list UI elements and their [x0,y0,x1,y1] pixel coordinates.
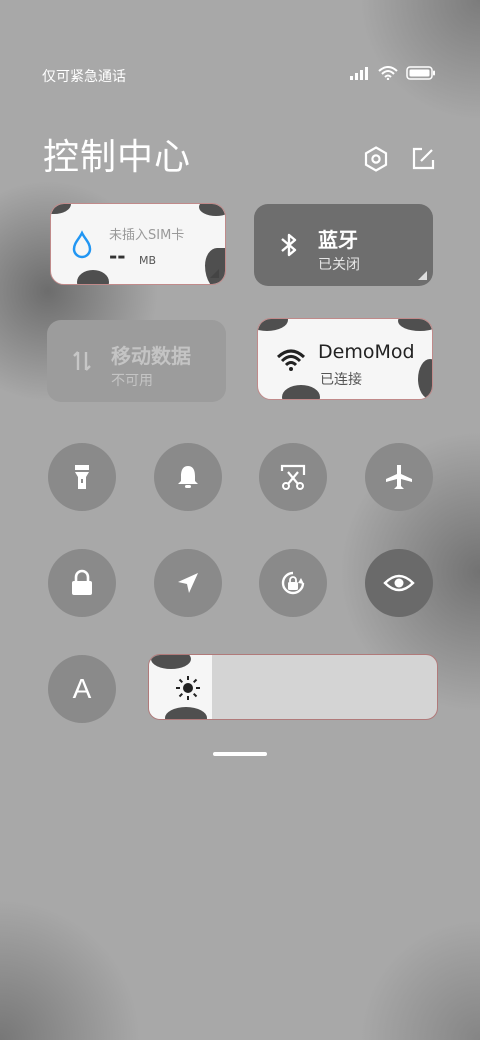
reading-mode-button[interactable] [365,549,433,617]
lock-icon [72,569,92,595]
tile-subtitle: 已连接 [320,372,362,388]
tile-title: DemoMod [318,341,415,363]
flashlight-button[interactable] [48,443,116,511]
font-button-label: A [72,673,92,704]
flashlight-icon [75,465,89,489]
tile-data-usage[interactable]: 未插入SIM卡 -- MB [50,203,226,285]
signal-icon [350,67,368,80]
airplane-icon [386,465,412,489]
drag-handle[interactable] [213,752,267,756]
tile-subtitle: 不可用 [111,373,153,389]
font-size-button[interactable]: A [48,655,116,723]
wifi-icon [378,66,398,80]
expand-corner [418,271,427,280]
data-arrows-icon [73,351,91,371]
bluetooth-icon [281,233,297,257]
screenshot-icon [280,464,306,490]
tile-wifi[interactable]: DemoMod 已连接 [257,318,433,400]
rotation-lock-icon [281,571,305,595]
sun-icon [176,676,200,700]
rotation-lock-button[interactable] [259,549,327,617]
settings-button[interactable] [361,144,391,174]
lock-screen-button[interactable] [48,549,116,617]
tile-subtitle: 已关闭 [318,257,360,273]
tile-title: 蓝牙 [318,228,358,252]
edit-icon [412,147,435,170]
bell-icon [178,466,198,488]
screenshot-button[interactable] [259,443,327,511]
water-drop-icon [72,230,92,259]
battery-icon [406,66,435,80]
tile-mobile-data[interactable]: 移动数据 不可用 [47,320,226,402]
wifi-icon [276,349,306,371]
tile-title: 未插入SIM卡 [109,228,185,243]
page-title: 控制中心 [43,137,192,178]
tile-title: 移动数据 [111,344,191,368]
tile-bluetooth[interactable]: 蓝牙 已关闭 [254,204,433,286]
usage-unit: MB [139,254,157,267]
carrier-text: 仅可紧急通话 [42,69,126,85]
usage-value: -- [109,244,126,268]
brightness-slider[interactable] [148,654,438,720]
eye-icon [383,574,415,592]
settings-hex-icon [364,146,388,172]
location-button[interactable] [154,549,222,617]
status-bar: 仅可紧急通话 [42,64,436,88]
notification-button[interactable] [154,443,222,511]
airplane-mode-button[interactable] [365,443,433,511]
edit-button[interactable] [408,144,438,174]
location-icon [178,573,198,593]
expand-corner [210,269,219,278]
